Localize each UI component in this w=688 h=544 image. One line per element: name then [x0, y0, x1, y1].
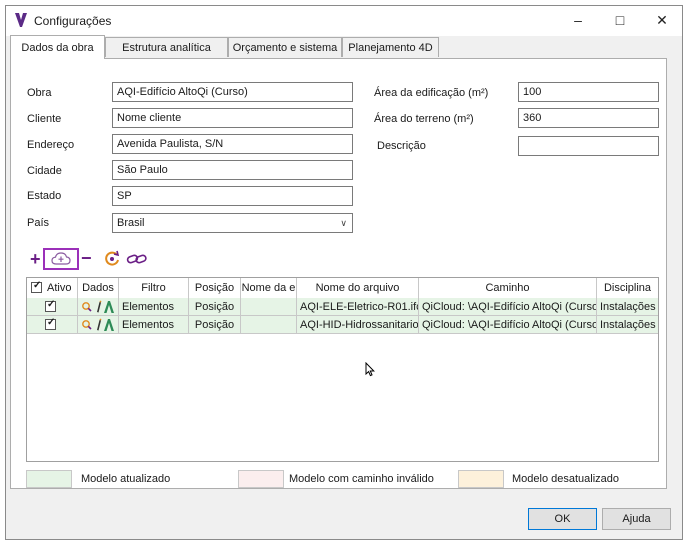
tab-eap[interactable]: Estrutura analítica (EAP): [105, 37, 228, 74]
altoqi-logo-icon: [15, 13, 27, 27]
caminho-cell[interactable]: QiCloud: \AQI-Edifício AltoQi (Curso): [419, 316, 597, 334]
filtro-cell[interactable]: Elementos: [119, 316, 189, 334]
add-icon[interactable]: +: [30, 250, 41, 268]
search-icon[interactable]: [82, 302, 92, 312]
remove-icon[interactable]: −: [81, 249, 92, 267]
app-shortcut-icon[interactable]: [104, 319, 114, 331]
ativo-cell[interactable]: ✓: [27, 298, 78, 316]
help-button[interactable]: Ajuda: [602, 508, 671, 530]
ok-button[interactable]: OK: [528, 508, 597, 530]
window-title: Configurações: [34, 14, 112, 28]
cidade-input[interactable]: São Paulo: [112, 160, 353, 180]
descricao-input[interactable]: [518, 136, 659, 156]
nome-e-cell[interactable]: [241, 298, 297, 316]
legend-invalid-swatch: [238, 470, 284, 488]
endereco-input[interactable]: Avenida Paulista, S/N: [112, 134, 353, 154]
legend-updated-label: Modelo atualizado: [81, 473, 171, 485]
cloud-upload-icon[interactable]: [51, 251, 71, 267]
arquivo-cell[interactable]: AQI-HID-Hidrossanitario-: [297, 316, 419, 334]
table-header: ✓ Ativo Dados Filtro Posição Nome da e N…: [27, 278, 658, 299]
area-terreno-label: Área do terreno (m²): [374, 113, 474, 125]
title-bar: Configurações – □ ✕: [6, 6, 682, 36]
table-row[interactable]: ✓ Elementos Posição AQI-HID-Hidrossanita…: [27, 316, 660, 334]
legend-outdated-label: Modelo desatualizado: [512, 473, 620, 485]
table-row[interactable]: ✓ Elementos Posição AQI-ELE-Eletrico-R01…: [27, 298, 660, 316]
minimize-icon[interactable]: –: [568, 11, 588, 29]
legend-outdated-swatch: [458, 470, 504, 488]
pais-select[interactable]: Brasil ∨: [112, 213, 353, 233]
tab-orcamento[interactable]: Orçamento e sistema: [228, 37, 342, 57]
close-icon[interactable]: ✕: [652, 11, 672, 29]
cliente-label: Cliente: [27, 113, 62, 125]
filtro-cell[interactable]: Elementos: [119, 298, 189, 316]
header-nome-arquivo[interactable]: Nome do arquivo: [297, 278, 419, 298]
tab-planejamento[interactable]: Planejamento 4D: [342, 37, 439, 57]
header-caminho[interactable]: Caminho: [419, 278, 597, 298]
descricao-label: Descrição: [377, 140, 426, 152]
cliente-input[interactable]: Nome cliente: [112, 108, 353, 128]
pais-label: País: [27, 217, 50, 229]
caminho-cell[interactable]: QiCloud: \AQI-Edifício AltoQi (Curso): [419, 298, 597, 316]
pais-value: Brasil: [117, 217, 145, 229]
header-filtro[interactable]: Filtro: [119, 278, 189, 298]
models-table: ✓ Ativo Dados Filtro Posição Nome da e N…: [26, 277, 659, 462]
area-terreno-input[interactable]: 360: [518, 108, 659, 128]
maximize-icon[interactable]: □: [610, 11, 630, 29]
header-disciplina[interactable]: Disciplina: [597, 278, 658, 298]
legend-invalid-label: Modelo com caminho inválido: [289, 473, 434, 485]
row-checkbox[interactable]: ✓: [45, 299, 56, 312]
header-ativo[interactable]: ✓ Ativo: [27, 278, 78, 298]
estado-input[interactable]: SP: [112, 186, 353, 206]
edit-icon[interactable]: [97, 318, 102, 331]
search-icon[interactable]: [82, 320, 92, 330]
dados-cell: [78, 298, 119, 316]
area-edificacao-input[interactable]: 100: [518, 82, 659, 102]
tab-dados-da-obra[interactable]: Dados da obra: [10, 35, 105, 59]
legend-updated-swatch: [26, 470, 72, 488]
link-icon[interactable]: [126, 252, 148, 266]
select-all-checkbox[interactable]: ✓: [31, 280, 42, 293]
disciplina-cell[interactable]: Instalações: [597, 298, 658, 316]
obra-input[interactable]: AQI-Edifício AltoQi (Curso): [112, 82, 353, 102]
estado-label: Estado: [27, 190, 62, 202]
ativo-cell[interactable]: ✓: [27, 316, 78, 334]
app-shortcut-icon[interactable]: [104, 301, 114, 313]
posicao-cell[interactable]: Posição: [189, 316, 241, 334]
arquivo-cell[interactable]: AQI-ELE-Eletrico-R01.ifc: [297, 298, 419, 316]
nome-e-cell[interactable]: [241, 316, 297, 334]
chevron-down-icon: ∨: [340, 218, 347, 228]
area-edificacao-label: Área da edificação (m²): [374, 87, 489, 99]
dados-cell: [78, 316, 119, 334]
disciplina-cell[interactable]: Instalações: [597, 316, 658, 334]
mouse-cursor-icon: [365, 362, 375, 377]
header-dados[interactable]: Dados: [78, 278, 119, 298]
header-nome-e[interactable]: Nome da e: [241, 278, 297, 298]
edit-icon[interactable]: [97, 300, 102, 313]
obra-label: Obra: [27, 87, 52, 99]
endereco-label: Endereço: [27, 139, 75, 151]
header-posicao[interactable]: Posição: [189, 278, 241, 298]
row-checkbox[interactable]: ✓: [45, 317, 56, 330]
cidade-label: Cidade: [27, 165, 62, 177]
refresh-icon[interactable]: [103, 250, 121, 268]
posicao-cell[interactable]: Posição: [189, 298, 241, 316]
